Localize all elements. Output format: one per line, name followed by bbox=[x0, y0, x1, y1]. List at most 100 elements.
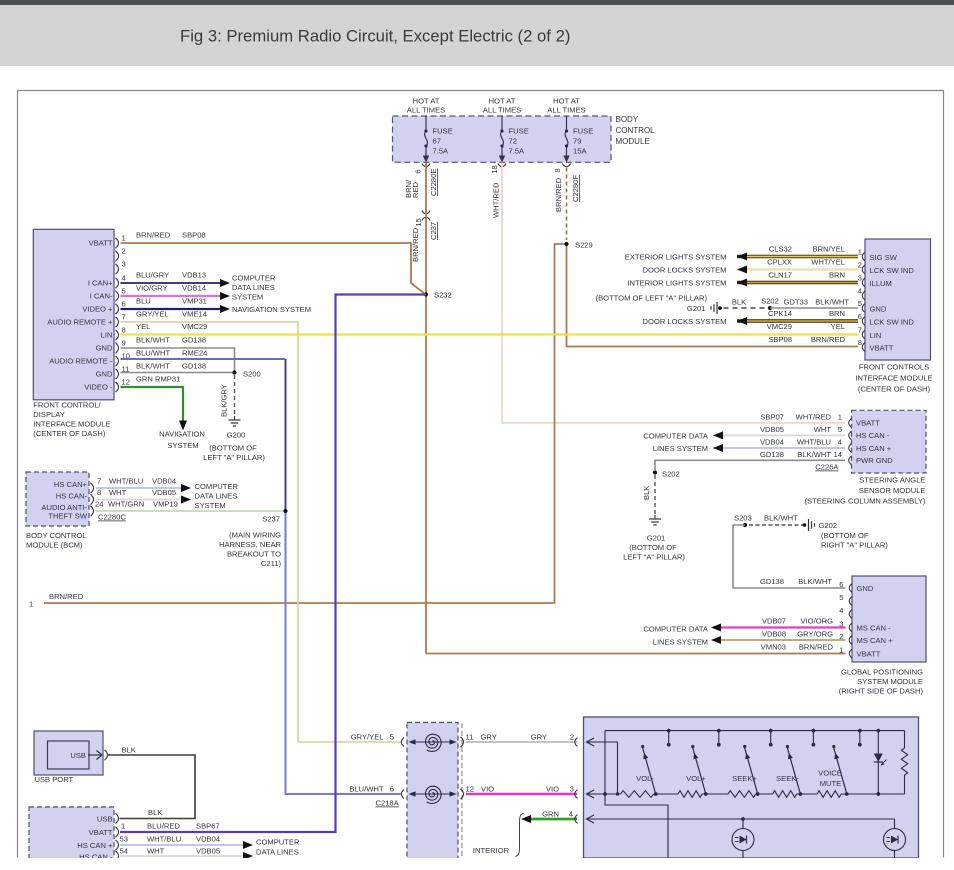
svg-text:BLK: BLK bbox=[122, 746, 136, 755]
svg-text:(CENTER OF DASH): (CENTER OF DASH) bbox=[858, 385, 931, 394]
svg-text:3: 3 bbox=[122, 260, 126, 269]
svg-text:CPLXX: CPLXX bbox=[767, 258, 792, 267]
svg-text:7: 7 bbox=[858, 326, 862, 335]
svg-text:BLU/WHT: BLU/WHT bbox=[349, 785, 384, 794]
svg-text:5: 5 bbox=[839, 593, 843, 602]
svg-text:12: 12 bbox=[122, 378, 130, 387]
svg-text:BLU/WHT: BLU/WHT bbox=[136, 349, 171, 358]
svg-text:MS CAN -: MS CAN - bbox=[857, 623, 892, 632]
svg-text:8: 8 bbox=[122, 326, 126, 335]
svg-text:ILLUM: ILLUM bbox=[870, 279, 892, 288]
svg-text:DATA LINES: DATA LINES bbox=[256, 848, 299, 857]
svg-text:9: 9 bbox=[122, 339, 126, 348]
svg-text:15: 15 bbox=[414, 218, 423, 226]
svg-text:VOL-: VOL- bbox=[636, 774, 654, 783]
svg-text:SENSOR MODULE: SENSOR MODULE bbox=[859, 486, 926, 495]
svg-text:(BOTTOM OF: (BOTTOM OF bbox=[209, 444, 257, 453]
svg-text:VME14: VME14 bbox=[182, 310, 207, 319]
svg-text:4: 4 bbox=[838, 438, 842, 447]
svg-text:FUSE: FUSE bbox=[509, 127, 529, 136]
svg-text:11: 11 bbox=[466, 733, 474, 742]
svg-text:BLU/GRY: BLU/GRY bbox=[136, 271, 169, 280]
svg-text:5: 5 bbox=[390, 733, 394, 742]
svg-text:BLK/WHT: BLK/WHT bbox=[798, 577, 832, 586]
svg-text:BLU: BLU bbox=[136, 297, 151, 306]
svg-text:(STEERING COLUMN ASSEMBLY): (STEERING COLUMN ASSEMBLY) bbox=[805, 496, 926, 505]
svg-text:(MAIN WIRING: (MAIN WIRING bbox=[229, 531, 281, 540]
svg-text:(CENTER OF DASH): (CENTER OF DASH) bbox=[33, 429, 106, 438]
svg-text:4: 4 bbox=[839, 606, 843, 615]
svg-text:GD138: GD138 bbox=[760, 450, 784, 459]
svg-text:I CAN-: I CAN- bbox=[90, 292, 113, 301]
svg-text:GND: GND bbox=[857, 584, 874, 593]
svg-text:VDB04: VDB04 bbox=[196, 835, 220, 844]
svg-text:VDB05: VDB05 bbox=[152, 488, 176, 497]
svg-text:INTERIOR: INTERIOR bbox=[473, 846, 510, 855]
svg-text:COMPUTER DATA: COMPUTER DATA bbox=[643, 625, 709, 634]
svg-text:WHT/YEL: WHT/YEL bbox=[811, 258, 845, 267]
svg-text:USB: USB bbox=[97, 815, 113, 824]
svg-text:AUDIO REMOTE -: AUDIO REMOTE - bbox=[49, 357, 113, 366]
svg-text:S202: S202 bbox=[761, 297, 779, 306]
svg-text:GND: GND bbox=[870, 305, 887, 314]
svg-text:BLK: BLK bbox=[642, 486, 651, 500]
svg-text:1: 1 bbox=[122, 234, 126, 243]
svg-text:FUSE: FUSE bbox=[433, 127, 453, 136]
svg-text:VIDEO +: VIDEO + bbox=[82, 305, 113, 314]
svg-text:GND: GND bbox=[96, 344, 113, 353]
svg-text:GD138: GD138 bbox=[182, 362, 206, 371]
svg-text:LIN: LIN bbox=[101, 331, 113, 340]
svg-text:HARNESS, NEAR: HARNESS, NEAR bbox=[219, 540, 282, 549]
svg-text:4: 4 bbox=[569, 809, 573, 818]
svg-text:VOICE: VOICE bbox=[818, 769, 842, 778]
svg-text:SBP08: SBP08 bbox=[768, 335, 792, 344]
svg-text:NAVIGATION: NAVIGATION bbox=[159, 430, 205, 439]
svg-text:6: 6 bbox=[839, 580, 843, 589]
svg-text:WHT/BLU: WHT/BLU bbox=[797, 438, 831, 447]
svg-text:C211): C211) bbox=[261, 559, 282, 568]
svg-text:VDB08: VDB08 bbox=[762, 630, 786, 639]
svg-text:S237: S237 bbox=[262, 515, 280, 524]
svg-text:14: 14 bbox=[834, 450, 842, 459]
svg-text:GD138: GD138 bbox=[182, 336, 206, 345]
svg-text:WHT: WHT bbox=[109, 488, 127, 497]
svg-text:BRN/RED: BRN/RED bbox=[136, 231, 171, 240]
svg-text:INTERFACE MODULE: INTERFACE MODULE bbox=[33, 420, 110, 429]
svg-text:LINES SYSTEM: LINES SYSTEM bbox=[653, 444, 708, 453]
svg-text:LEFT "A" PILLAR): LEFT "A" PILLAR) bbox=[203, 453, 265, 462]
svg-text:BRN: BRN bbox=[829, 309, 845, 318]
svg-text:INTERFACE MODULE: INTERFACE MODULE bbox=[855, 374, 932, 383]
svg-text:7: 7 bbox=[122, 313, 126, 322]
svg-text:VDB13: VDB13 bbox=[182, 271, 206, 280]
svg-text:COMPUTER: COMPUTER bbox=[232, 274, 276, 283]
svg-text:2: 2 bbox=[858, 261, 862, 270]
svg-text:SBP07: SBP07 bbox=[760, 412, 784, 421]
svg-text:BRN/RED: BRN/RED bbox=[49, 592, 84, 601]
svg-text:4: 4 bbox=[122, 274, 126, 283]
svg-text:USB PORT: USB PORT bbox=[35, 775, 74, 784]
svg-text:6: 6 bbox=[858, 312, 862, 321]
svg-text:SYSTEM MODULE: SYSTEM MODULE bbox=[857, 677, 923, 686]
svg-text:CLN17: CLN17 bbox=[768, 271, 792, 280]
svg-text:54: 54 bbox=[120, 847, 128, 856]
svg-text:WHT/BLU: WHT/BLU bbox=[109, 477, 143, 486]
svg-text:C2280F: C2280F bbox=[571, 175, 580, 202]
svg-text:BRN/RED: BRN/RED bbox=[811, 335, 846, 344]
svg-text:MUTE: MUTE bbox=[820, 779, 842, 788]
svg-text:FRONT CONTROLS: FRONT CONTROLS bbox=[859, 363, 929, 372]
svg-text:S203: S203 bbox=[734, 514, 752, 523]
svg-text:SYSTEM: SYSTEM bbox=[195, 501, 226, 510]
svg-text:VBATT: VBATT bbox=[89, 828, 113, 837]
svg-text:72: 72 bbox=[509, 137, 517, 146]
svg-text:ALL TIMES: ALL TIMES bbox=[407, 106, 445, 115]
svg-text:WHT/BLU: WHT/BLU bbox=[147, 835, 181, 844]
svg-text:5: 5 bbox=[122, 287, 126, 296]
svg-text:1: 1 bbox=[838, 412, 842, 421]
svg-text:2: 2 bbox=[122, 247, 126, 256]
svg-text:GRN: GRN bbox=[542, 809, 559, 818]
svg-text:VIO: VIO bbox=[546, 785, 559, 794]
svg-text:ALL TIMES: ALL TIMES bbox=[547, 106, 585, 115]
svg-text:MS CAN +: MS CAN + bbox=[857, 636, 894, 645]
svg-text:VBATT: VBATT bbox=[857, 649, 881, 658]
svg-text:C2280C: C2280C bbox=[98, 513, 126, 522]
